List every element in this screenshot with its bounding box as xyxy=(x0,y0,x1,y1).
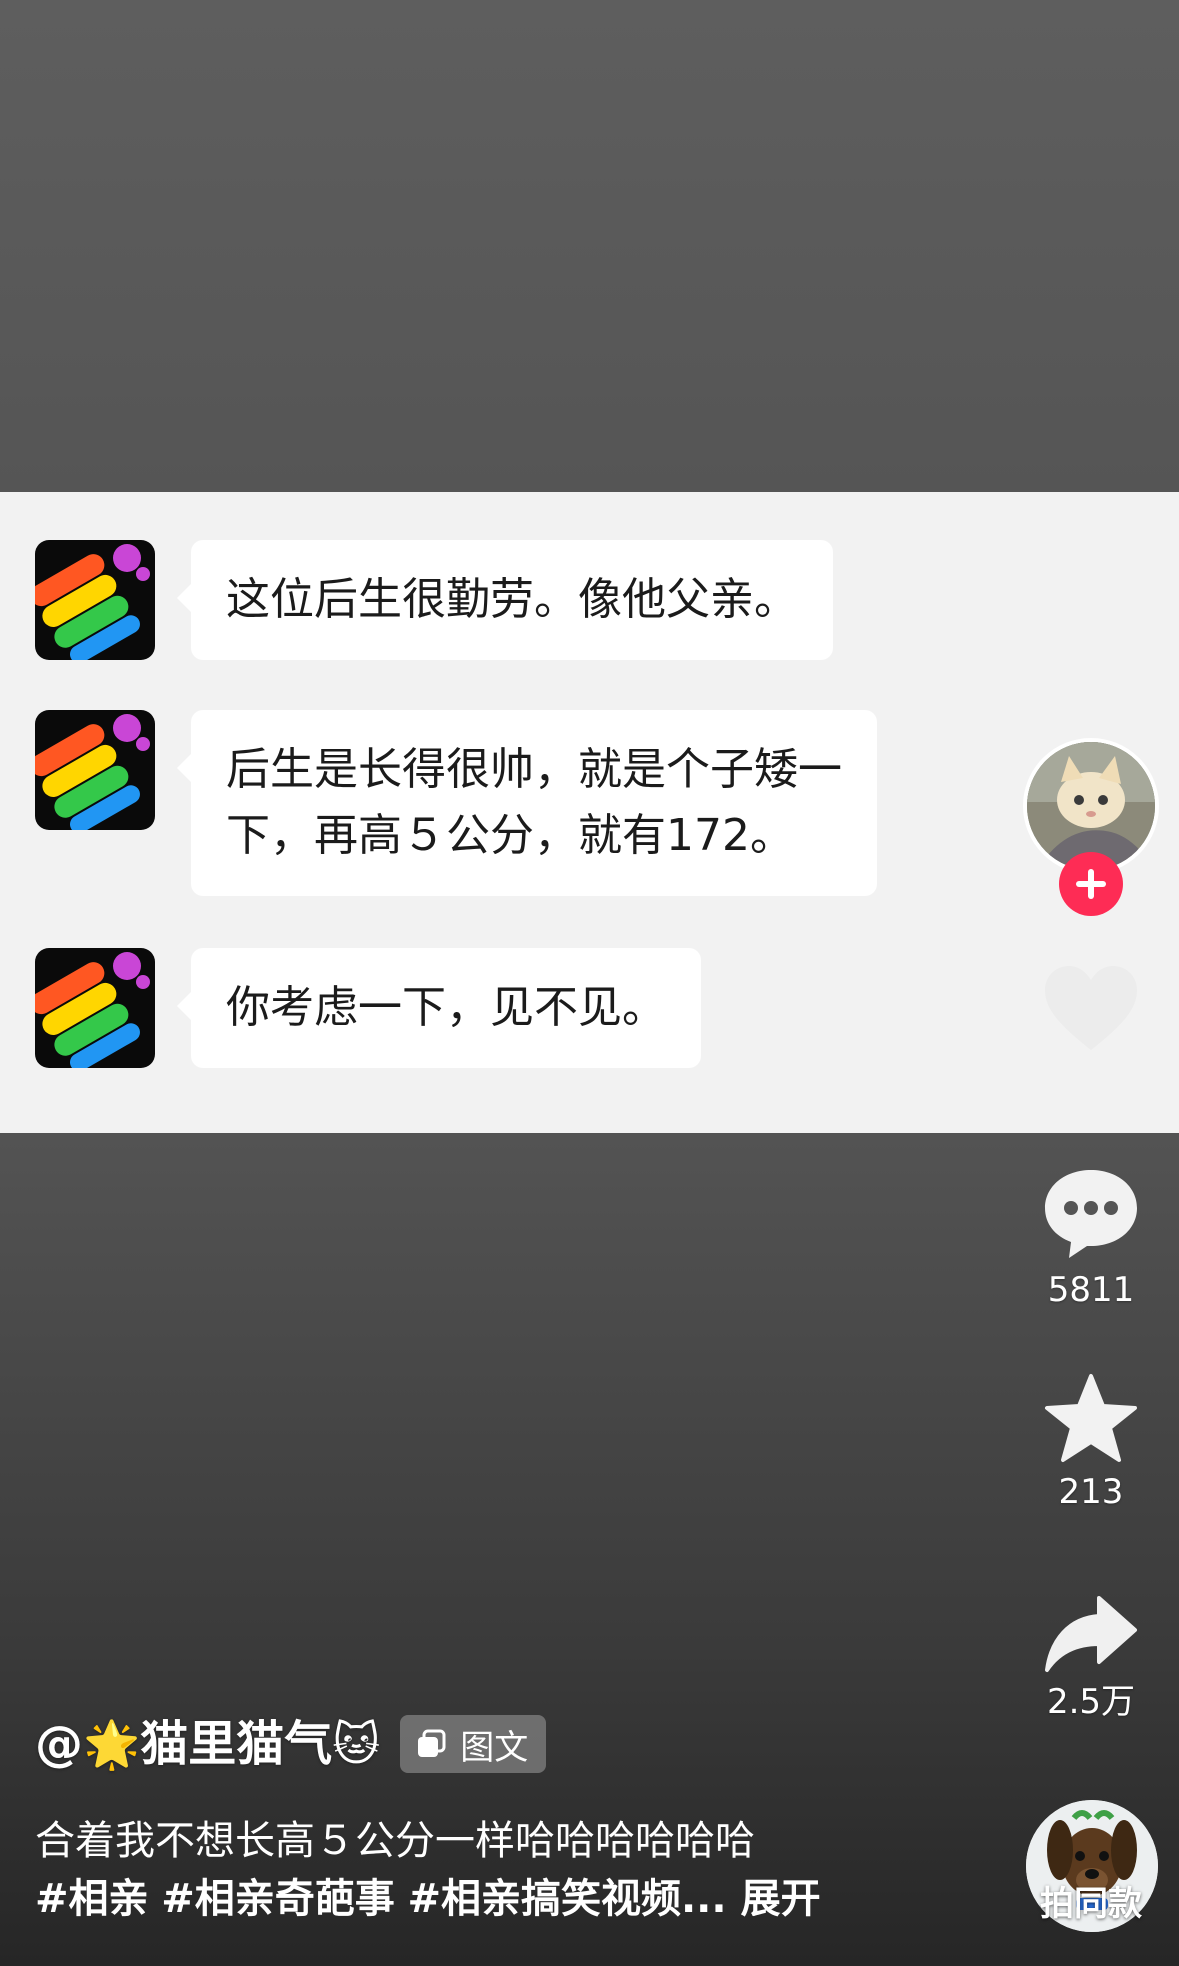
rainbow-app-icon xyxy=(35,540,155,660)
like-button[interactable] xyxy=(1028,962,1154,1056)
comment-dots-icon xyxy=(1045,1170,1137,1258)
cat-emoji: 🐱 xyxy=(332,1717,381,1771)
star-icon xyxy=(1045,1374,1137,1462)
comment-button[interactable]: 5811 xyxy=(1028,1166,1154,1310)
post-caption: 合着我不想长高５公分一样哈哈哈哈哈哈 #相亲 #相亲奇葩事 #相亲搞笑视频...… xyxy=(35,1812,895,1928)
at-sign: @ xyxy=(35,1716,83,1772)
share-count: 2.5万 xyxy=(1046,1682,1136,1722)
follow-button[interactable] xyxy=(1059,852,1123,916)
chat-line: 后生是长得很帅，就是个子矮一 xyxy=(226,744,842,795)
image-post-tag: 图文 xyxy=(400,1715,547,1773)
author-row: @🌟猫里猫气🐱 图文 xyxy=(35,1712,547,1776)
star-emoji: 🌟 xyxy=(83,1717,141,1771)
hashtag-link[interactable]: #相亲 xyxy=(35,1876,149,1922)
rainbow-app-icon xyxy=(35,710,155,830)
heart-icon xyxy=(1045,966,1137,1050)
caption-hashtags: #相亲 #相亲奇葩事 #相亲搞笑视频... 展开 xyxy=(35,1870,895,1928)
favorite-count: 213 xyxy=(1058,1472,1124,1512)
author-handle[interactable]: @🌟猫里猫气🐱 xyxy=(35,1712,380,1776)
image-stack-icon xyxy=(418,1729,446,1757)
chat-line: 这位后生很勤劳。像他父亲。 xyxy=(226,574,798,625)
chat-bubble: 后生是长得很帅，就是个子矮一 下，再高５公分，就有172。 xyxy=(177,710,877,896)
share-button[interactable]: 2.5万 xyxy=(1028,1594,1154,1722)
type-tag-label: 图文 xyxy=(460,1727,529,1768)
hashtag-link[interactable]: #相亲奇葩事 xyxy=(161,1876,395,1922)
chat-screenshot-card: 这位后生很勤劳。像他父亲。 后生是长得很帅，就是个子矮一 下，再高５公分，就有1… xyxy=(0,492,1179,1133)
comment-count: 5811 xyxy=(1047,1270,1135,1310)
chat-line: 你考虑一下，见不见。 xyxy=(226,982,666,1033)
share-arrow-icon xyxy=(1045,1596,1137,1672)
chat-bubble: 这位后生很勤劳。像他父亲。 xyxy=(177,540,833,660)
expand-caption-link[interactable]: 展开 xyxy=(741,1876,821,1922)
rainbow-app-icon xyxy=(35,948,155,1068)
caption-text: 合着我不想长高５公分一样哈哈哈哈哈哈 xyxy=(35,1818,755,1864)
chat-bubble: 你考虑一下，见不见。 xyxy=(177,948,701,1068)
shoot-same-style-button[interactable]: 拍同款 xyxy=(1036,1882,1146,1926)
chat-line: 下，再高５公分，就有172。 xyxy=(226,810,794,861)
author-name: 猫里猫气 xyxy=(140,1716,333,1772)
favorite-button[interactable]: 213 xyxy=(1028,1372,1154,1512)
hashtag-link[interactable]: #相亲搞笑视频... xyxy=(407,1876,726,1922)
